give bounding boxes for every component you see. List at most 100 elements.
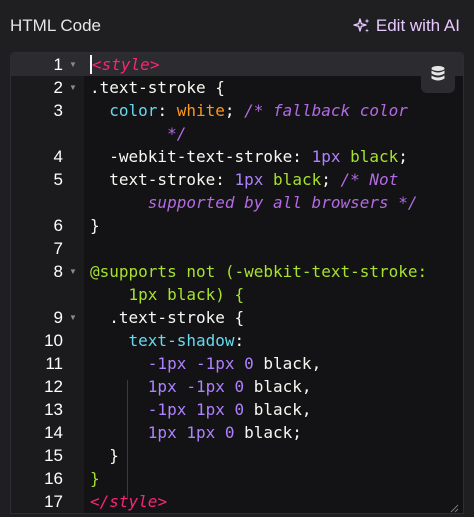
code-line[interactable]: 15 } <box>11 444 463 467</box>
line-number: 15 <box>44 446 63 465</box>
code-token: 1px <box>234 170 264 189</box>
line-number: 8 <box>53 262 63 281</box>
code-line[interactable]: 12 1px -1px 0 black, <box>11 375 463 398</box>
code-line[interactable]: 5 text-stroke: 1px black; /* Not support… <box>11 168 463 214</box>
code-line[interactable]: 1 ▼ <style> <box>11 53 463 76</box>
code-token: } <box>90 446 119 465</box>
code-line[interactable]: 4 -webkit-text-stroke: 1px black; <box>11 145 463 168</box>
fold-chevron-icon[interactable]: ▼ <box>66 53 80 76</box>
code-token: -1px 1px 0 <box>147 400 245 419</box>
code-token: 1px <box>311 147 341 166</box>
code-text: 1px 1px 0 black; <box>90 421 463 444</box>
code-token: text-stroke: <box>90 170 235 189</box>
code-token: white <box>176 101 225 120</box>
code-text: -webkit-text-stroke: 1px black; <box>90 145 463 168</box>
code-line[interactable]: 2 ▼ .text-stroke { <box>11 76 463 99</box>
code-text: <style> <box>90 53 463 76</box>
code-line[interactable]: 9 ▼ .text-stroke { <box>11 306 463 329</box>
code-text: .text-stroke { <box>90 306 463 329</box>
code-token: black, <box>244 400 312 419</box>
code-text: </style> <box>90 490 463 513</box>
code-token: 1px -1px 0 <box>147 377 245 396</box>
line-number: 17 <box>44 492 63 511</box>
edit-with-ai-label: Edit with AI <box>375 16 460 35</box>
line-number: 12 <box>44 377 63 396</box>
code-text: text-stroke: 1px black; /* Not supported… <box>90 168 463 214</box>
code-token: black <box>273 170 322 189</box>
line-number: 2 <box>53 78 63 97</box>
fold-chevron-icon[interactable]: ▼ <box>66 76 80 99</box>
code-text: -1px 1px 0 black, <box>90 398 463 421</box>
line-number: 1 <box>53 55 63 74</box>
code-token: -webkit-text-stroke: <box>90 147 312 166</box>
code-token: } <box>90 216 100 235</box>
database-button[interactable] <box>421 59 455 93</box>
code-token: style <box>109 492 158 511</box>
code-text: text-shadow: <box>90 329 463 352</box>
database-icon <box>430 65 446 88</box>
code-text: } <box>90 214 463 237</box>
line-number: 11 <box>45 354 63 373</box>
line-number: 5 <box>53 170 63 189</box>
code-line[interactable]: 13 -1px 1px 0 black, <box>11 398 463 421</box>
fold-chevron-icon[interactable]: ▼ <box>66 306 80 329</box>
code-token: black, <box>244 377 312 396</box>
code-token: 1px 1px 0 <box>147 423 235 442</box>
code-line[interactable]: 6} <box>11 214 463 237</box>
code-token: black; <box>234 423 302 442</box>
code-text: } <box>90 467 463 490</box>
line-number: 10 <box>44 331 63 350</box>
line-number: 9 <box>53 308 63 327</box>
code-token: ; <box>224 101 245 120</box>
code-token: ; <box>321 170 341 189</box>
code-text: -1px -1px 0 black, <box>90 352 463 375</box>
code-editor[interactable]: 1 ▼ <style> 2 ▼ .text-stroke {3 color: white;… <box>10 52 464 514</box>
code-token: black, <box>253 354 322 373</box>
panel-title: HTML Code <box>10 16 102 35</box>
code-token: ; <box>398 147 408 166</box>
sparkle-icon <box>353 17 371 35</box>
code-line[interactable]: 7 <box>11 237 463 260</box>
code-text: } <box>90 444 463 467</box>
code-line[interactable]: 11 -1px -1px 0 black, <box>11 352 463 375</box>
line-number: 14 <box>44 423 63 442</box>
code-line[interactable]: 10 text-shadow: <box>11 329 463 352</box>
code-line[interactable]: 3 color: white; /* fallback color */ <box>11 99 463 145</box>
resize-handle-icon[interactable] <box>449 500 459 513</box>
code-token: black <box>350 147 399 166</box>
line-number: 16 <box>44 469 63 488</box>
code-token: style <box>101 55 150 74</box>
line-number: 6 <box>53 216 63 235</box>
code-panel-header: HTML Code Edit with AI <box>0 0 474 52</box>
fold-chevron-icon[interactable]: ▼ <box>66 260 80 283</box>
code-text: .text-stroke { <box>90 76 463 99</box>
code-token: color <box>109 101 158 120</box>
code-token: text-shadow <box>128 331 235 350</box>
edit-with-ai-button[interactable]: Edit with AI <box>353 16 460 36</box>
code-line[interactable]: 14 1px 1px 0 black; <box>11 421 463 444</box>
code-token: .text-stroke { <box>90 78 225 97</box>
code-line[interactable]: 16} <box>11 467 463 490</box>
code-line[interactable]: 8 ▼ @supports not (-webkit-text-stroke: 1p… <box>11 260 463 306</box>
code-lines[interactable]: 1 ▼ <style> 2 ▼ .text-stroke {3 color: white;… <box>11 53 463 513</box>
code-token: .text-stroke { <box>90 308 245 327</box>
code-text: 1px -1px 0 black, <box>90 375 463 398</box>
code-text: @supports not (-webkit-text-stroke: 1px … <box>90 260 463 306</box>
code-token: 1px black) { <box>128 285 245 304</box>
code-line[interactable]: 17 </style> <box>11 490 463 513</box>
code-token: < <box>92 55 102 74</box>
code-token: </ <box>90 492 110 511</box>
line-number: 13 <box>44 400 63 419</box>
code-text: color: white; /* fallback color */ <box>90 99 463 145</box>
code-token: > <box>149 55 160 74</box>
code-token: -1px -1px 0 <box>147 354 254 373</box>
line-number: 7 <box>53 239 63 258</box>
